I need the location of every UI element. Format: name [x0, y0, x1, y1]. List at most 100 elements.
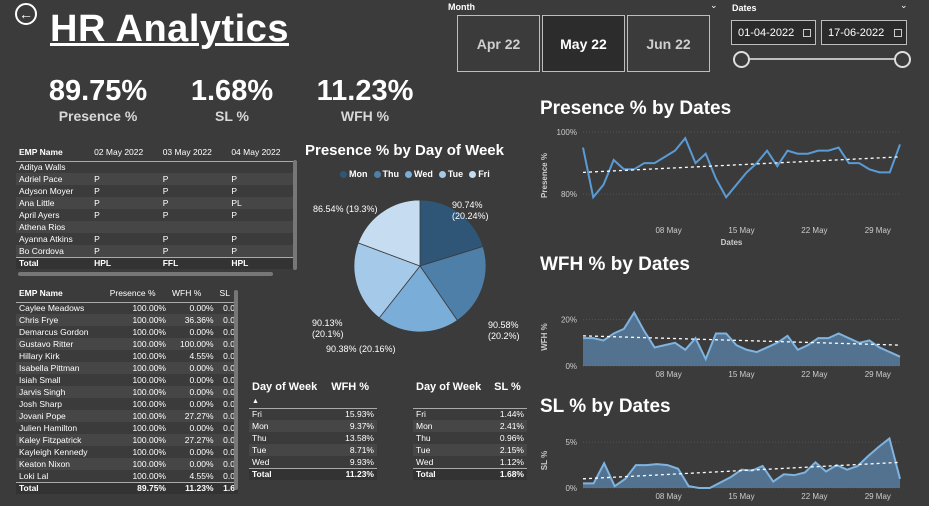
dow-wfh-table[interactable]: Day of Week WFH % ▲ Fri 15.93% Mon 9.37% Thu…	[249, 378, 377, 480]
legend-item[interactable]: Mon	[340, 169, 368, 179]
vertical-scrollbar[interactable]	[293, 160, 297, 270]
table-total-row[interactable]: Total 11.23%	[249, 467, 377, 480]
month-option-may[interactable]: May 22	[542, 15, 625, 72]
table-total-row[interactable]: Total 89.75% 11.23% 1.6	[16, 481, 238, 494]
horizontal-scrollbar[interactable]	[18, 272, 273, 276]
table-row[interactable]: Mon 2.41%	[413, 420, 527, 432]
column-header[interactable]: SL %	[491, 378, 527, 396]
table-cell: Wed	[416, 456, 434, 467]
table-row[interactable]: Adriel Pace P P P	[16, 173, 297, 185]
table-row[interactable]: Wed 9.93%	[249, 456, 377, 468]
column-header[interactable]: EMP Name	[16, 285, 107, 303]
x-axis-label: Dates	[721, 238, 743, 247]
table-row[interactable]: Wed 1.12%	[413, 456, 527, 468]
table-row[interactable]: Adyson Moyer P P P	[16, 185, 297, 197]
column-header[interactable]: Day of Week	[413, 378, 491, 396]
table-cell: Chris Frye	[16, 314, 107, 326]
table-cell: Isabella Pittman	[16, 362, 107, 374]
table-cell: P	[91, 173, 160, 185]
table-row[interactable]: Aditya Walls	[16, 161, 297, 173]
sl-area-chart[interactable]: 5% 0% SL % 08 May 15 May 22 May 29 May	[535, 428, 910, 503]
table-cell: Tue	[413, 444, 492, 456]
wfh-area-chart[interactable]: 20% 0% WFH % 08 May 15 May 22 May 29 May	[535, 300, 910, 382]
column-header[interactable]: 03 May 2022	[159, 143, 229, 162]
legend-item[interactable]: Tue	[438, 169, 463, 179]
end-date-input[interactable]: 17-06-2022	[821, 20, 907, 45]
column-header[interactable]: WFH %	[328, 378, 377, 396]
table-cell: 100.00%	[106, 458, 169, 470]
table-cell: 15.93%	[345, 409, 374, 420]
legend-item[interactable]: Fri	[469, 169, 490, 179]
table-row[interactable]: Fri 15.93%	[249, 408, 377, 420]
table-row[interactable]: Jovani Pope 100.00% 27.27% 0.0	[16, 410, 238, 422]
table-row[interactable]: Mon 9.37%	[249, 420, 377, 432]
column-header[interactable]: WFH %	[169, 285, 217, 303]
start-date-input[interactable]: 01-04-2022	[731, 20, 816, 45]
x-tick-label: 15 May	[728, 492, 754, 501]
table-row[interactable]: Ayanna Atkins P P P	[16, 233, 297, 245]
table-cell: Keaton Nixon	[16, 458, 107, 470]
presence-line-chart[interactable]: 100% 80% Presence % 08 May 15 May 22 May 29 Ma…	[535, 122, 910, 247]
table-row[interactable]: Isiah Small 100.00% 0.00% 0.0	[16, 374, 238, 386]
area-fill	[583, 438, 900, 488]
table-row[interactable]: April Ayers P P P	[16, 209, 297, 221]
emp-attendance-table[interactable]: EMP Name 02 May 2022 03 May 2022 04 May …	[16, 143, 297, 276]
table-row[interactable]: Demarcus Gordon 100.00% 0.00% 0.0	[16, 326, 238, 338]
pie-data-label: 90.58% (20.2%)	[488, 320, 520, 341]
table-row[interactable]: Jarvis Singh 100.00% 0.00% 0.0	[16, 386, 238, 398]
vertical-scrollbar[interactable]	[234, 290, 238, 490]
table-row[interactable]: Julien Hamilton 100.00% 0.00% 0.0	[16, 422, 238, 434]
date-range-end-handle[interactable]	[894, 51, 911, 68]
date-range-start-handle[interactable]	[733, 51, 750, 68]
table-row[interactable]: Keaton Nixon 100.00% 0.00% 0.0	[16, 458, 238, 470]
table-row[interactable]: Bo Cordova P P P	[16, 245, 297, 257]
table-row[interactable]: Thu 0.96%	[413, 432, 527, 444]
table-row[interactable]: Gustavo Ritter 100.00% 100.00% 0.0	[16, 338, 238, 350]
table-total-row[interactable]: Total 1.68%	[413, 467, 527, 480]
month-option-jun[interactable]: Jun 22	[627, 15, 710, 72]
x-tick-label: 15 May	[728, 226, 754, 235]
table-cell: 100.00%	[106, 386, 169, 398]
sort-arrow-icon[interactable]: ▲	[249, 396, 329, 409]
table-row[interactable]: Ana Little P P PL	[16, 197, 297, 209]
table-row[interactable]: Isabella Pittman 100.00% 0.00% 0.0	[16, 362, 238, 374]
legend-item[interactable]: Thu	[373, 169, 399, 179]
calendar-icon[interactable]	[894, 28, 902, 37]
table-row[interactable]: Kaley Fitzpatrick 100.00% 27.27% 0.0	[16, 434, 238, 446]
calendar-icon[interactable]	[803, 28, 811, 37]
presence-pie-chart[interactable]: 90.74% (20.24%) 90.58% (20.2%) 90.38% (20.16…	[300, 180, 530, 360]
column-header[interactable]: Presence %	[106, 285, 169, 303]
emp-percent-table[interactable]: EMP Name Presence % WFH % SL Caylee Mead…	[16, 285, 238, 497]
chevron-down-icon[interactable]: ⌄	[900, 0, 908, 11]
table-total-row[interactable]: Total HPL FFL HPL	[16, 256, 297, 269]
table-row[interactable]: Hillary Kirk 100.00% 4.55% 0.0	[16, 350, 238, 362]
table-row[interactable]: Chris Frye 100.00% 36.36% 0.0	[16, 314, 238, 326]
table-row[interactable]: Thu 13.58%	[249, 432, 377, 444]
legend-label: Wed	[414, 169, 433, 179]
column-header[interactable]: 04 May 2022	[228, 143, 297, 162]
table-row[interactable]: Tue 2.15%	[413, 444, 527, 456]
table-row[interactable]: Caylee Meadows 100.00% 0.00% 0.0	[16, 302, 238, 314]
table-cell: Ayanna Atkins	[19, 234, 73, 244]
table-cell: 100.00%	[132, 399, 166, 409]
pie-legend[interactable]: Mon Thu Wed Tue Fri	[340, 169, 490, 179]
column-header[interactable]: Day of Week	[249, 378, 328, 396]
dow-sl-table[interactable]: Day of Week SL % Fri 1.44% Mon 2.41% Thu 0.96…	[413, 378, 527, 480]
table-cell: Jovani Pope	[16, 410, 107, 422]
table-row[interactable]: Athena Rios	[16, 221, 297, 233]
table-row[interactable]: Loki Lal 100.00% 4.55% 0.0	[16, 470, 238, 482]
back-arrow-icon[interactable]: ←	[15, 3, 37, 25]
month-option-apr[interactable]: Apr 22	[457, 15, 540, 72]
table-row[interactable]: Fri 1.44%	[413, 408, 527, 420]
series-line[interactable]	[582, 136, 901, 200]
column-header[interactable]: 02 May 2022	[91, 143, 160, 162]
table-row[interactable]: Tue 8.71%	[249, 444, 377, 456]
table-row[interactable]: Kayleigh Kennedy 100.00% 0.00% 0.0	[16, 446, 238, 458]
legend-item[interactable]: Wed	[405, 169, 433, 179]
table-row[interactable]: Josh Sharp 100.00% 0.00% 0.0	[16, 398, 238, 410]
wfh-chart-title: WFH % by Dates	[540, 254, 690, 275]
chevron-down-icon[interactable]: ⌄	[710, 0, 718, 11]
column-header[interactable]: EMP Name	[16, 143, 92, 162]
table-cell: 0.00%	[189, 375, 214, 385]
table-cell: FFL	[159, 256, 229, 269]
